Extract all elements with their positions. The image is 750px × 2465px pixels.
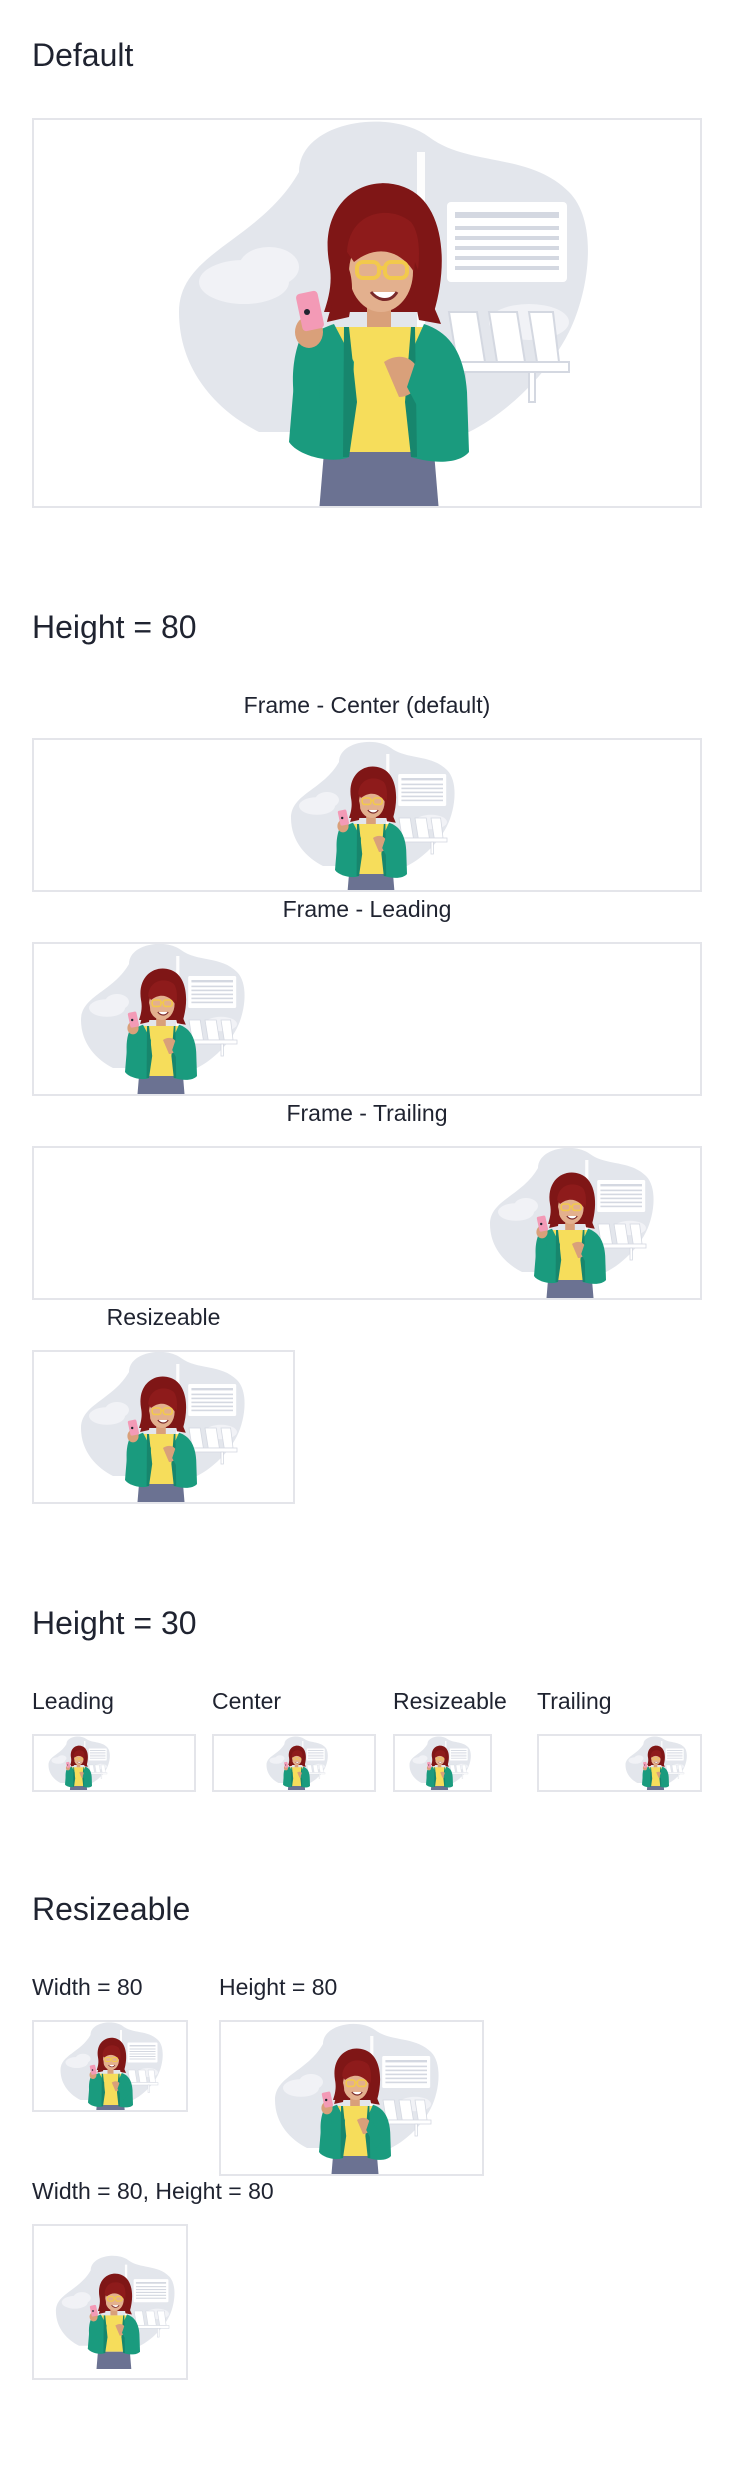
label-height-80: Height = 80 [219, 1974, 338, 2000]
label-height30-leading: Leading [32, 1688, 114, 1714]
height30-leading-image-frame [32, 1734, 196, 1792]
label-resizeable: Resizeable [106, 1304, 221, 1330]
woman-with-phone-illustration [149, 118, 589, 508]
resizeable-image-frame [32, 1350, 295, 1504]
section-title-default: Default [32, 37, 134, 73]
woman-with-phone-illustration [262, 1735, 328, 1792]
label-frame-trailing: Frame - Trailing [286, 1100, 448, 1126]
section-title-resizeable: Resizeable [32, 1891, 191, 1927]
height30-trailing-image-frame [537, 1734, 702, 1792]
woman-with-phone-illustration [279, 738, 455, 892]
woman-with-phone-illustration [53, 2020, 163, 2112]
frame-leading-image-frame [32, 942, 702, 1096]
height80-image-frame [219, 2020, 484, 2176]
height30-resizeable-image-frame [393, 1734, 492, 1792]
frame-trailing-image-frame [32, 1146, 702, 1300]
section-title-height-80: Height = 80 [32, 609, 197, 645]
woman-with-phone-illustration [69, 942, 245, 1096]
label-width-height-80: Width = 80, Height = 80 [32, 2178, 274, 2204]
label-width-80: Width = 80 [32, 1974, 143, 2000]
default-image-frame [32, 118, 702, 508]
woman-with-phone-illustration [44, 1735, 110, 1792]
woman-with-phone-illustration [263, 2020, 439, 2176]
woman-with-phone-illustration [69, 1350, 245, 1504]
woman-with-phone-illustration [621, 1735, 687, 1792]
label-frame-leading: Frame - Leading [282, 896, 452, 922]
width80-image-frame [32, 2020, 188, 2112]
frame-center-image-frame [32, 738, 702, 892]
woman-with-phone-illustration [47, 2253, 175, 2369]
label-height30-center: Center [212, 1688, 282, 1714]
label-frame-center: Frame - Center (default) [243, 692, 491, 718]
width-height-80-image-frame [32, 2224, 188, 2380]
label-height30-trailing: Trailing [537, 1688, 612, 1714]
height30-center-image-frame [212, 1734, 376, 1792]
section-title-height-30: Height = 30 [32, 1605, 197, 1641]
label-height30-resizeable: Resizeable [393, 1688, 507, 1714]
woman-with-phone-illustration [478, 1146, 654, 1300]
woman-with-phone-illustration [405, 1735, 471, 1792]
